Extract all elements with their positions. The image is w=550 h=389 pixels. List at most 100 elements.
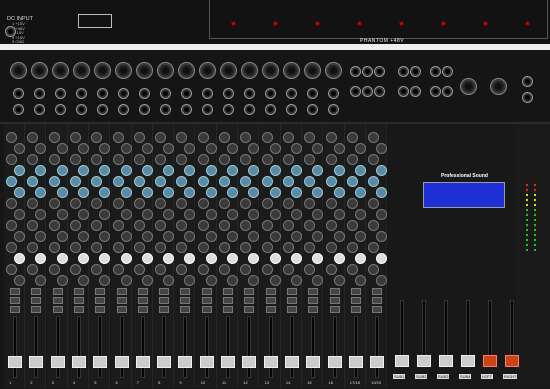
channel-knob[interactable] — [91, 242, 103, 253]
xlr-input[interactable] — [31, 62, 48, 79]
channel-knob[interactable] — [6, 198, 17, 209]
channel-knob[interactable] — [269, 143, 281, 154]
channel-knob[interactable] — [290, 253, 302, 264]
line-input-jack[interactable] — [328, 88, 339, 99]
channel-button[interactable] — [10, 288, 20, 295]
channel-knob[interactable] — [77, 231, 89, 242]
channel-knob[interactable] — [155, 220, 167, 231]
channel-knob[interactable] — [141, 143, 153, 154]
line-input-jack[interactable] — [97, 88, 108, 99]
line-input-jack[interactable] — [286, 88, 297, 99]
channel-knob[interactable] — [48, 220, 60, 231]
channel-button[interactable] — [201, 297, 212, 304]
channel-knob[interactable] — [176, 198, 188, 209]
channel-knob[interactable] — [69, 242, 81, 253]
channel-button[interactable] — [372, 306, 383, 313]
channel-knob[interactable] — [333, 143, 345, 154]
channel-knob[interactable] — [333, 253, 345, 264]
channel-button[interactable] — [73, 297, 84, 304]
channel-knob[interactable] — [282, 220, 294, 231]
channel-knob[interactable] — [99, 187, 111, 198]
line-input-jack[interactable] — [34, 88, 45, 99]
stereo-input-jack[interactable] — [374, 66, 385, 77]
channel-knob[interactable] — [248, 165, 260, 176]
xlr-input[interactable] — [262, 62, 279, 79]
channel-knob[interactable] — [304, 132, 316, 143]
master-fader[interactable] — [505, 355, 519, 367]
channel-knob[interactable] — [112, 132, 124, 143]
channel-knob[interactable] — [376, 231, 388, 242]
channel-knob[interactable] — [282, 154, 294, 165]
channel-knob[interactable] — [176, 264, 188, 275]
channel-knob[interactable] — [69, 264, 81, 275]
channel-knob[interactable] — [27, 198, 39, 209]
channel-button[interactable] — [31, 297, 42, 304]
stereo-input-jack[interactable] — [350, 86, 361, 97]
channel-knob[interactable] — [99, 165, 111, 176]
channel-knob[interactable] — [261, 132, 273, 143]
channel-button[interactable] — [329, 288, 340, 295]
line-input-jack[interactable] — [160, 88, 171, 99]
channel-knob[interactable] — [219, 176, 230, 187]
channel-knob[interactable] — [163, 231, 175, 242]
channel-knob[interactable] — [197, 132, 209, 143]
channel-button[interactable] — [244, 297, 255, 304]
channel-knob[interactable] — [120, 143, 132, 154]
channel-knob[interactable] — [163, 165, 175, 176]
channel-knob[interactable] — [99, 209, 111, 220]
channel-knob[interactable] — [290, 143, 302, 154]
channel-knob[interactable] — [219, 242, 230, 253]
channel-knob[interactable] — [376, 143, 388, 154]
master-fader[interactable] — [439, 355, 453, 367]
xlr-input[interactable] — [283, 62, 300, 79]
channel-knob[interactable] — [27, 154, 39, 165]
channel-knob[interactable] — [312, 165, 324, 176]
channel-knob[interactable] — [6, 132, 17, 143]
xlr-input[interactable] — [115, 62, 132, 79]
channel-knob[interactable] — [176, 154, 188, 165]
channel-knob[interactable] — [312, 253, 324, 264]
channel-knob[interactable] — [248, 143, 260, 154]
channel-button[interactable] — [223, 288, 233, 295]
channel-button[interactable] — [265, 288, 276, 295]
channel-knob[interactable] — [163, 209, 175, 220]
channel-button[interactable] — [73, 288, 84, 295]
channel-knob[interactable] — [290, 209, 302, 220]
channel-fader[interactable] — [8, 356, 22, 368]
channel-button[interactable] — [286, 297, 297, 304]
channel-knob[interactable] — [184, 275, 196, 286]
channel-knob[interactable] — [227, 253, 238, 264]
channel-knob[interactable] — [27, 220, 39, 231]
channel-knob[interactable] — [99, 143, 111, 154]
insert-jack[interactable] — [13, 104, 24, 115]
channel-knob[interactable] — [133, 220, 145, 231]
channel-knob[interactable] — [48, 264, 60, 275]
channel-knob[interactable] — [141, 231, 153, 242]
channel-knob[interactable] — [27, 242, 39, 253]
channel-button[interactable] — [159, 288, 170, 295]
channel-button[interactable] — [31, 306, 42, 313]
channel-knob[interactable] — [269, 165, 281, 176]
channel-knob[interactable] — [240, 242, 252, 253]
channel-knob[interactable] — [282, 132, 294, 143]
channel-knob[interactable] — [197, 242, 209, 253]
insert-jack[interactable] — [55, 104, 66, 115]
channel-knob[interactable] — [56, 143, 68, 154]
xlr-input[interactable] — [304, 62, 321, 79]
channel-knob[interactable] — [333, 275, 345, 286]
channel-button[interactable] — [180, 297, 191, 304]
channel-knob[interactable] — [69, 220, 81, 231]
channel-knob[interactable] — [120, 275, 132, 286]
channel-knob[interactable] — [14, 143, 25, 154]
channel-button[interactable] — [180, 306, 191, 313]
channel-knob[interactable] — [163, 143, 175, 154]
channel-knob[interactable] — [69, 154, 81, 165]
channel-knob[interactable] — [240, 154, 252, 165]
channel-knob[interactable] — [48, 242, 60, 253]
aux-send-jack[interactable] — [410, 86, 421, 97]
master-fader[interactable] — [417, 355, 431, 367]
channel-knob[interactable] — [184, 231, 196, 242]
channel-knob[interactable] — [240, 132, 252, 143]
channel-button[interactable] — [350, 297, 361, 304]
channel-knob[interactable] — [112, 176, 124, 187]
